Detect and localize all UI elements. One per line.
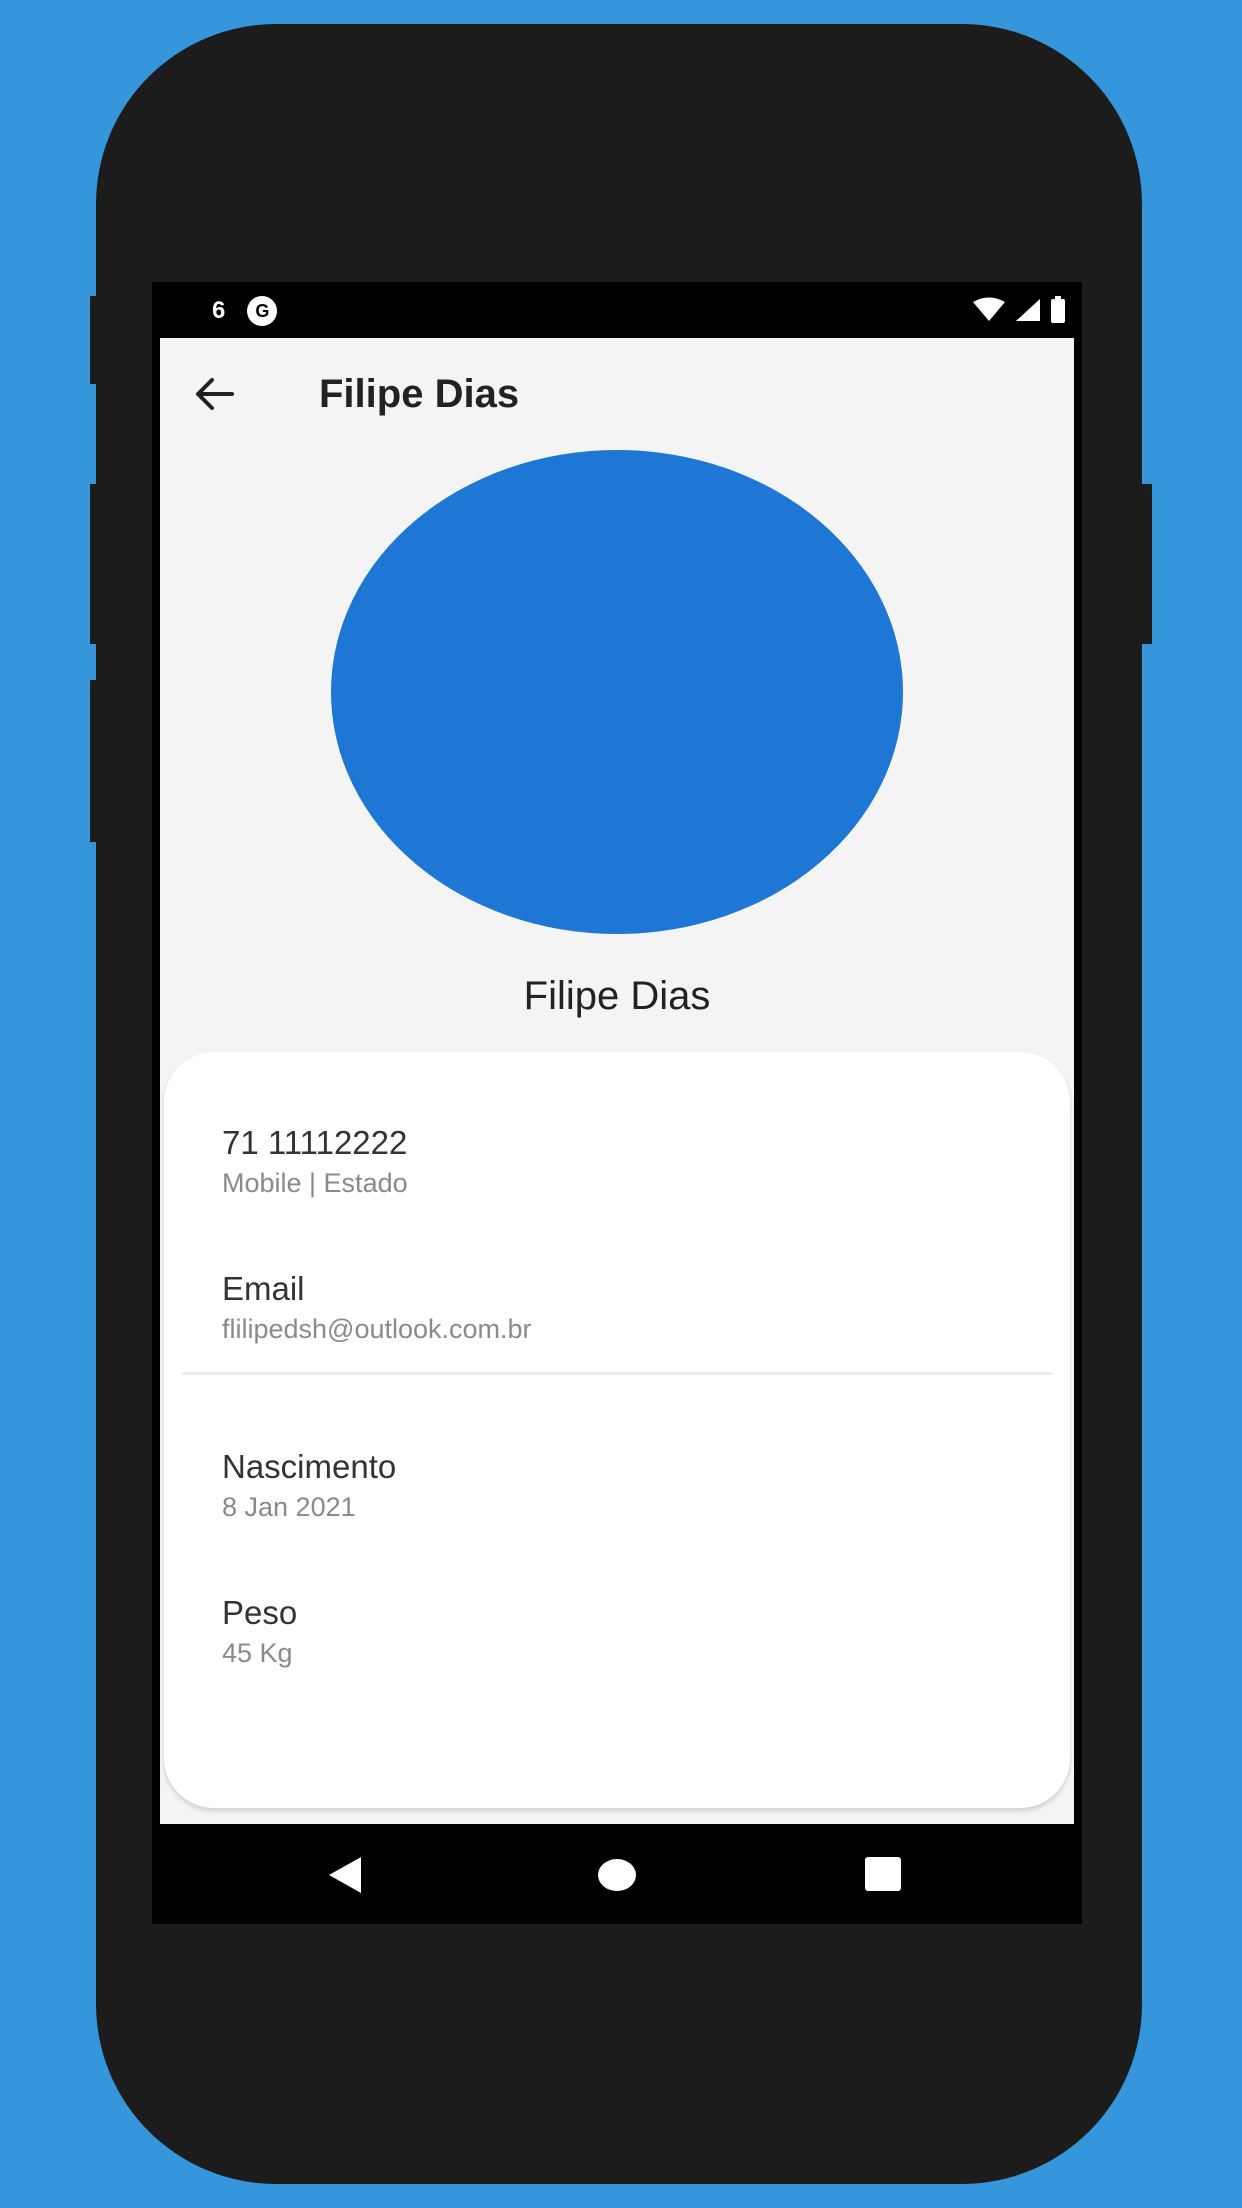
detail-item-birth[interactable]: Nascimento 8 Jan 2021	[222, 1448, 396, 1523]
detail-item-email[interactable]: Email flilipedsh@outlook.com.br	[222, 1270, 532, 1345]
status-bar: 6 G	[152, 282, 1082, 338]
signal-icon	[1016, 299, 1040, 321]
square-recent-icon	[865, 1857, 901, 1891]
status-left: 6 G	[212, 296, 278, 326]
detail-subtitle: Mobile | Estado	[222, 1168, 408, 1198]
side-button-1	[90, 296, 100, 384]
triangle-back-icon	[329, 1857, 361, 1893]
nav-home-button[interactable]	[592, 1850, 642, 1900]
power-button	[1140, 484, 1152, 644]
battery-icon	[1051, 296, 1065, 323]
side-button-2	[90, 484, 100, 644]
detail-title: Email	[222, 1270, 305, 1307]
app-content: Filipe Dias Filipe Dias 71 11112222 Mobi…	[160, 338, 1074, 1824]
nav-recent-button[interactable]	[858, 1850, 908, 1900]
wifi-icon	[973, 297, 1005, 321]
detail-subtitle: flilipedsh@outlook.com.br	[222, 1314, 532, 1344]
circle-home-icon	[598, 1859, 636, 1891]
device-screen: 6 G Filipe Dias Filipe Dias 71 11112222 …	[152, 282, 1082, 1924]
page-title: Filipe Dias	[319, 372, 520, 416]
status-time: 6	[212, 297, 226, 324]
avatar	[331, 450, 903, 934]
app-bar: Filipe Dias	[160, 338, 1074, 450]
detail-item-weight[interactable]: Peso 45 Kg	[222, 1594, 297, 1669]
notification-icon: G	[247, 296, 278, 326]
details-card: 71 11112222 Mobile | Estado Email flilip…	[164, 1052, 1070, 1808]
profile-name: Filipe Dias	[523, 974, 711, 1018]
status-right	[972, 296, 1066, 324]
navigation-bar	[152, 1824, 1082, 1924]
divider	[182, 1372, 1052, 1375]
detail-subtitle: 8 Jan 2021	[222, 1492, 356, 1522]
side-button-3	[90, 680, 100, 842]
detail-item-phone[interactable]: 71 11112222 Mobile | Estado	[222, 1124, 408, 1199]
arrow-left-icon	[196, 378, 234, 410]
detail-title: Peso	[222, 1594, 298, 1631]
detail-subtitle: 45 Kg	[222, 1638, 293, 1668]
detail-title: 71 11112222	[222, 1124, 408, 1161]
nav-back-button[interactable]	[320, 1850, 370, 1900]
detail-title: Nascimento	[222, 1448, 397, 1485]
back-button[interactable]	[184, 364, 244, 424]
